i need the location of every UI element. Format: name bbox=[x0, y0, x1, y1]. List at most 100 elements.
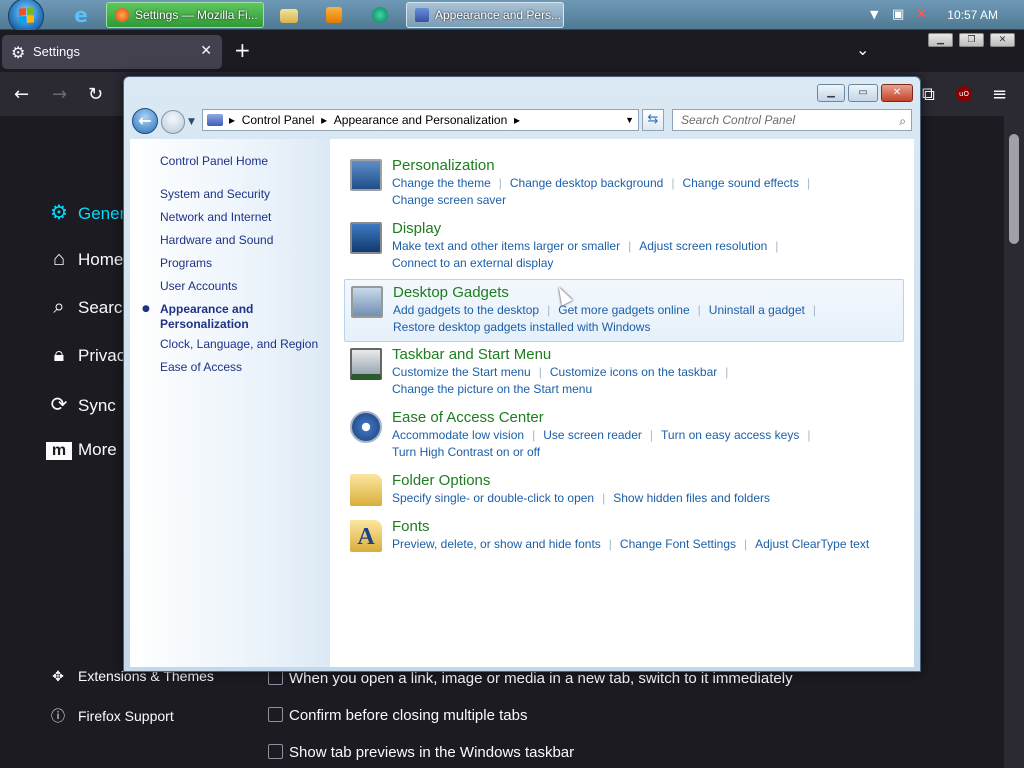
breadcrumb-arrow-icon[interactable]: ▸ bbox=[321, 113, 327, 127]
link-low-vision[interactable]: Accommodate low vision bbox=[392, 428, 524, 442]
category-title[interactable]: Fonts bbox=[392, 518, 430, 535]
ie-icon[interactable]: e bbox=[70, 4, 92, 26]
forward-button[interactable] bbox=[161, 110, 185, 134]
app-icon[interactable] bbox=[372, 7, 388, 23]
reload-icon[interactable]: ↻ bbox=[88, 84, 103, 105]
close-button[interactable]: ✕ bbox=[990, 33, 1015, 47]
taskbar-task-control-panel[interactable]: Appearance and Pers... bbox=[406, 2, 564, 28]
start-orb-button[interactable] bbox=[8, 0, 44, 34]
refresh-button[interactable]: ⇆ bbox=[642, 109, 664, 131]
minimize-button[interactable]: ▁ bbox=[928, 33, 953, 47]
sidebar-item-more[interactable]: m More bbox=[46, 440, 117, 460]
nav-clock-language-region[interactable]: Clock, Language, and Region bbox=[160, 337, 318, 352]
link-change-theme[interactable]: Change the theme bbox=[392, 176, 491, 190]
link-font-settings[interactable]: Change Font Settings bbox=[620, 537, 736, 551]
scrollbar-thumb[interactable] bbox=[1009, 134, 1019, 244]
checkbox[interactable] bbox=[268, 670, 283, 685]
menu-hamburger-icon[interactable]: ≡ bbox=[992, 84, 1007, 105]
new-tab-button[interactable]: + bbox=[234, 38, 251, 62]
ease-of-access-icon[interactable] bbox=[350, 411, 382, 443]
cp-close-button[interactable]: ✕ bbox=[881, 84, 913, 102]
tab-settings[interactable]: ⚙ Settings ✕ bbox=[2, 35, 222, 69]
breadcrumb-appearance[interactable]: Appearance and Personalization bbox=[334, 113, 507, 127]
link-restore-gadgets[interactable]: Restore desktop gadgets installed with W… bbox=[393, 320, 650, 334]
page-scrollbar[interactable] bbox=[1004, 116, 1024, 768]
category-title[interactable]: Folder Options bbox=[392, 472, 490, 489]
recent-pages-chevron-icon[interactable]: ▼ bbox=[188, 117, 195, 127]
nav-network-internet[interactable]: Network and Internet bbox=[160, 210, 271, 225]
extensions-icon[interactable]: ⧉ bbox=[922, 84, 935, 105]
link-high-contrast[interactable]: Turn High Contrast on or off bbox=[392, 445, 540, 459]
cp-minimize-button[interactable]: ▁ bbox=[817, 84, 845, 102]
back-arrow-icon[interactable]: ← bbox=[14, 84, 29, 105]
breadcrumb-arrow-icon[interactable]: ▸ bbox=[229, 113, 235, 127]
link-uninstall-gadget[interactable]: Uninstall a gadget bbox=[709, 303, 805, 317]
restore-button[interactable]: ❐ bbox=[959, 33, 984, 47]
link-single-double-click[interactable]: Specify single- or double-click to open bbox=[392, 491, 594, 505]
explorer-icon[interactable] bbox=[280, 9, 298, 23]
media-player-icon[interactable] bbox=[326, 7, 342, 23]
nav-control-panel-home[interactable]: Control Panel Home bbox=[160, 154, 268, 169]
firefox-support-link[interactable]: ⓘ Firefox Support bbox=[48, 706, 174, 726]
close-tab-icon[interactable]: ✕ bbox=[200, 42, 212, 59]
sidebar-item-privacy[interactable]: 🔒︎ Privacy bbox=[46, 344, 134, 367]
clock[interactable]: 10:57 AM bbox=[947, 0, 998, 30]
link-change-sound-effects[interactable]: Change sound effects bbox=[682, 176, 799, 190]
checkbox-tab-previews[interactable]: Show tab previews in the Windows taskbar bbox=[268, 744, 574, 761]
link-easy-access-keys[interactable]: Turn on easy access keys bbox=[661, 428, 799, 442]
sidebar-item-sync[interactable]: ⟳ Sync bbox=[46, 392, 116, 417]
link-screen-resolution[interactable]: Adjust screen resolution bbox=[639, 239, 767, 253]
list-tabs-chevron-icon[interactable]: ⌄ bbox=[856, 40, 869, 59]
category-title[interactable]: Desktop Gadgets bbox=[393, 284, 509, 301]
address-dropdown-icon[interactable]: ▼ bbox=[625, 110, 634, 130]
checkbox[interactable] bbox=[268, 744, 283, 759]
link-preview-fonts[interactable]: Preview, delete, or show and hide fonts bbox=[392, 537, 601, 551]
network-icon[interactable]: ▣ bbox=[892, 7, 904, 22]
nav-hardware-sound[interactable]: Hardware and Sound bbox=[160, 233, 273, 248]
display-icon[interactable] bbox=[350, 222, 382, 254]
category-title[interactable]: Ease of Access Center bbox=[392, 409, 544, 426]
sidebar-item-search[interactable]: ⌕ Search bbox=[46, 296, 131, 319]
gadgets-icon[interactable] bbox=[351, 286, 383, 318]
link-change-screen-saver[interactable]: Change screen saver bbox=[392, 193, 506, 207]
link-screen-reader[interactable]: Use screen reader bbox=[543, 428, 642, 442]
cp-maximize-button[interactable]: ▭ bbox=[848, 84, 878, 102]
personalization-icon[interactable] bbox=[350, 159, 382, 191]
taskbar-icon[interactable] bbox=[350, 348, 382, 380]
sidebar-item-home[interactable]: ⌂ Home bbox=[46, 248, 123, 271]
folder-options-icon[interactable] bbox=[350, 474, 382, 506]
category-title[interactable]: Personalization bbox=[392, 157, 495, 174]
link-cleartype[interactable]: Adjust ClearType text bbox=[755, 537, 869, 551]
nav-appearance-personalization[interactable]: Appearance and Personalization bbox=[160, 302, 270, 332]
nav-system-security[interactable]: System and Security bbox=[160, 187, 270, 202]
breadcrumb-arrow-icon[interactable]: ▸ bbox=[514, 113, 520, 127]
forward-arrow-icon[interactable]: → bbox=[52, 84, 67, 105]
nav-programs[interactable]: Programs bbox=[160, 256, 212, 271]
link-change-background[interactable]: Change desktop background bbox=[510, 176, 663, 190]
ublock-origin-icon[interactable]: uO bbox=[956, 86, 972, 102]
checkbox-switch-to-new-tab[interactable]: When you open a link, image or media in … bbox=[268, 670, 793, 687]
link-external-display[interactable]: Connect to an external display bbox=[392, 256, 553, 270]
address-bar[interactable]: ▸ Control Panel ▸ Appearance and Persona… bbox=[202, 109, 639, 131]
category-title[interactable]: Taskbar and Start Menu bbox=[392, 346, 551, 363]
link-add-gadgets[interactable]: Add gadgets to the desktop bbox=[393, 303, 539, 317]
link-text-size[interactable]: Make text and other items larger or smal… bbox=[392, 239, 620, 253]
link-get-gadgets-online[interactable]: Get more gadgets online bbox=[558, 303, 689, 317]
back-button[interactable]: ← bbox=[132, 108, 158, 134]
link-hidden-files[interactable]: Show hidden files and folders bbox=[613, 491, 770, 505]
category-title[interactable]: Display bbox=[392, 220, 441, 237]
tray-expand-icon[interactable]: ▼ bbox=[870, 8, 878, 21]
sidebar-item-general[interactable]: ⚙ Gener bbox=[46, 200, 125, 225]
volume-muted-icon[interactable]: ✕ bbox=[916, 7, 927, 22]
link-start-menu-picture[interactable]: Change the picture on the Start menu bbox=[392, 382, 592, 396]
taskbar-task-firefox[interactable]: Settings — Mozilla Fi... bbox=[106, 2, 264, 28]
nav-ease-of-access[interactable]: Ease of Access bbox=[160, 360, 242, 375]
checkbox-confirm-close-tabs[interactable]: Confirm before closing multiple tabs bbox=[268, 707, 527, 724]
nav-user-accounts[interactable]: User Accounts bbox=[160, 279, 237, 294]
link-customize-start-menu[interactable]: Customize the Start menu bbox=[392, 365, 531, 379]
breadcrumb-control-panel[interactable]: Control Panel bbox=[242, 113, 315, 127]
search-icon[interactable]: ⌕ bbox=[899, 111, 906, 131]
checkbox[interactable] bbox=[268, 707, 283, 722]
link-customize-taskbar-icons[interactable]: Customize icons on the taskbar bbox=[550, 365, 717, 379]
fonts-icon[interactable]: A bbox=[350, 520, 382, 552]
